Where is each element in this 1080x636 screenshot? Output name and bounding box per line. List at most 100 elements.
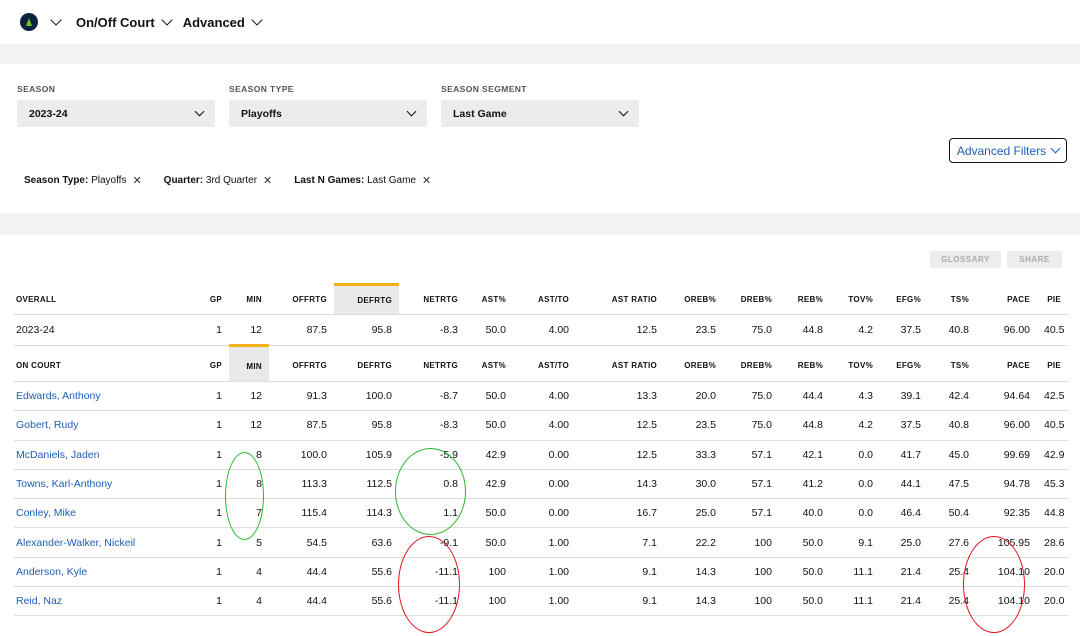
close-icon[interactable]: ✕ xyxy=(263,174,272,187)
close-icon[interactable]: ✕ xyxy=(132,174,141,187)
stat-cell-dreb-pct: 75.0 xyxy=(723,410,779,441)
player-link[interactable]: Conley, Mike xyxy=(14,498,194,529)
player-link[interactable]: McDaniels, Jaden xyxy=(14,440,194,470)
stat-cell-offrtg: 87.5 xyxy=(269,410,334,441)
stat-cell-dreb-pct: 57.1 xyxy=(723,440,779,470)
stat-cell-efg-pct: 39.1 xyxy=(880,381,928,412)
column-header-netrtg[interactable]: NETRTG xyxy=(399,345,465,382)
table-row: Edwards, Anthony 1 12 91.3 100.0 -8.7 50.0 4.00… xyxy=(14,381,1068,412)
column-header-efg-pct[interactable]: EFG% xyxy=(880,284,928,315)
column-header-ast-ratio[interactable]: AST RATIO xyxy=(576,345,664,382)
stat-cell-efg-pct: 21.4 xyxy=(880,586,928,617)
top-nav: On/Off Court Advanced xyxy=(0,0,1080,44)
column-header-dreb-pct[interactable]: DREB% xyxy=(723,345,779,382)
column-header-tov-pct[interactable]: TOV% xyxy=(830,345,880,382)
season-cell: 2023-24 xyxy=(14,314,194,346)
season-segment-select[interactable]: Last Game xyxy=(441,100,639,127)
stat-cell-netrtg: 0.8 xyxy=(399,469,465,500)
column-header-reb-pct[interactable]: REB% xyxy=(779,345,830,382)
share-button[interactable]: SHARE xyxy=(1007,251,1062,268)
stat-cell-reb-pct: 50.0 xyxy=(779,586,830,617)
stat-cell-ast-ratio: 12.5 xyxy=(576,440,664,470)
team-logo-icon[interactable] xyxy=(20,13,38,31)
divider-band xyxy=(0,44,1080,64)
column-header-tov-pct[interactable]: TOV% xyxy=(830,284,880,315)
overall-header-row: OVERALL GP MIN OFFRTG DEFRTG NETRTG AST% AST/TO… xyxy=(14,283,1068,315)
column-header-oreb-pct[interactable]: OREB% xyxy=(664,284,723,315)
table-row: Conley, Mike 1 7 115.4 114.3 1.1 50.0 0.00 16.7 2… xyxy=(14,498,1068,529)
column-header-pace[interactable]: PACE xyxy=(976,345,1037,382)
chevron-down-icon[interactable] xyxy=(50,13,62,26)
column-header-efg-pct[interactable]: EFG% xyxy=(880,345,928,382)
filter-chip: Season Type: Playoffs ✕ xyxy=(24,174,142,187)
chip-value: Playoffs xyxy=(91,175,127,186)
glossary-button[interactable]: GLOSSARY xyxy=(930,251,1001,268)
stat-cell-ts-pct: 50.4 xyxy=(928,498,976,529)
column-header-offrtg[interactable]: OFFRTG xyxy=(269,345,334,382)
stat-cell-reb-pct: 42.1 xyxy=(779,440,830,470)
season-select[interactable]: 2023-24 xyxy=(17,100,215,127)
column-header-min[interactable]: MIN xyxy=(229,284,269,315)
stat-cell-min: 7 xyxy=(229,498,269,529)
stat-cell-dreb-pct: 100 xyxy=(723,527,779,558)
stat-cell-tov-pct: 0.0 xyxy=(830,498,880,529)
column-header-ts-pct[interactable]: TS% xyxy=(928,284,976,315)
column-header-ast-ratio[interactable]: AST RATIO xyxy=(576,284,664,315)
chip-key: Season Type: xyxy=(24,175,89,186)
column-header-pie[interactable]: PIE xyxy=(1037,345,1068,382)
season-segment-value: Last Game xyxy=(453,107,507,120)
stat-cell-tov-pct: 4.3 xyxy=(830,381,880,412)
column-header-pace[interactable]: PACE xyxy=(976,284,1037,315)
measure-dropdown[interactable]: Advanced xyxy=(183,13,263,30)
column-header-offrtg[interactable]: OFFRTG xyxy=(269,284,334,315)
stat-cell-oreb-pct: 20.0 xyxy=(664,381,723,412)
column-header-dreb-pct[interactable]: DREB% xyxy=(723,284,779,315)
player-link[interactable]: Gobert, Rudy xyxy=(14,410,194,441)
player-link[interactable]: Towns, Karl-Anthony xyxy=(14,469,194,500)
stat-cell-pie: 40.5 xyxy=(1037,410,1068,441)
advanced-filters-button[interactable]: Advanced Filters xyxy=(949,138,1067,163)
stat-cell-ast-ratio: 13.3 xyxy=(576,381,664,412)
column-header-oreb-pct[interactable]: OREB% xyxy=(664,345,723,382)
column-header-overall: OVERALL xyxy=(14,284,194,315)
stat-cell-netrtg: -9.1 xyxy=(399,527,465,558)
column-header-pie[interactable]: PIE xyxy=(1037,284,1068,315)
column-header-gp[interactable]: GP xyxy=(194,345,229,382)
stat-cell-ast-to: 0.00 xyxy=(513,469,576,500)
on-off-stats-table: OVERALL GP MIN OFFRTG DEFRTG NETRTG AST% AST/TO… xyxy=(14,283,1068,617)
chip-value: 3rd Quarter xyxy=(205,175,258,186)
stat-cell-ast-ratio: 12.5 xyxy=(576,314,664,346)
column-header-defrtg[interactable]: DEFRTG xyxy=(334,345,399,382)
column-header-min[interactable]: MIN xyxy=(229,344,269,382)
column-header-ts-pct[interactable]: TS% xyxy=(928,345,976,382)
column-header-ast-to[interactable]: AST/TO xyxy=(513,345,576,382)
court-dropdown[interactable]: On/Off Court xyxy=(76,13,173,30)
column-header-gp[interactable]: GP xyxy=(194,284,229,315)
close-icon[interactable]: ✕ xyxy=(422,174,431,187)
stat-cell-efg-pct: 44.1 xyxy=(880,469,928,500)
stat-cell-ast-ratio: 16.7 xyxy=(576,498,664,529)
stat-cell-pace: 105.95 xyxy=(976,527,1037,558)
stat-cell-pie: 20.0 xyxy=(1037,557,1068,588)
stat-cell-ast-to: 0.00 xyxy=(513,440,576,470)
stat-cell-efg-pct: 46.4 xyxy=(880,498,928,529)
stat-cell-defrtg: 95.8 xyxy=(334,314,399,346)
stat-cell-oreb-pct: 22.2 xyxy=(664,527,723,558)
player-link[interactable]: Edwards, Anthony xyxy=(14,381,194,412)
season-type-select[interactable]: Playoffs xyxy=(229,100,427,127)
column-header-reb-pct[interactable]: REB% xyxy=(779,284,830,315)
column-header-ast-pct[interactable]: AST% xyxy=(465,284,513,315)
chevron-down-icon xyxy=(1050,143,1061,153)
player-link[interactable]: Reid, Naz xyxy=(14,586,194,617)
stat-cell-gp: 1 xyxy=(194,498,229,529)
player-link[interactable]: Anderson, Kyle xyxy=(14,557,194,588)
stat-cell-reb-pct: 44.8 xyxy=(779,314,830,346)
player-link[interactable]: Alexander-Walker, Nickeil xyxy=(14,527,194,558)
stat-cell-oreb-pct: 33.3 xyxy=(664,440,723,470)
column-header-ast-pct[interactable]: AST% xyxy=(465,345,513,382)
column-header-defrtg[interactable]: DEFRTG xyxy=(334,283,399,315)
column-header-ast-to[interactable]: AST/TO xyxy=(513,284,576,315)
chip-key: Last N Games: xyxy=(294,175,365,186)
column-header-netrtg[interactable]: NETRTG xyxy=(399,284,465,315)
stat-cell-dreb-pct: 100 xyxy=(723,557,779,588)
